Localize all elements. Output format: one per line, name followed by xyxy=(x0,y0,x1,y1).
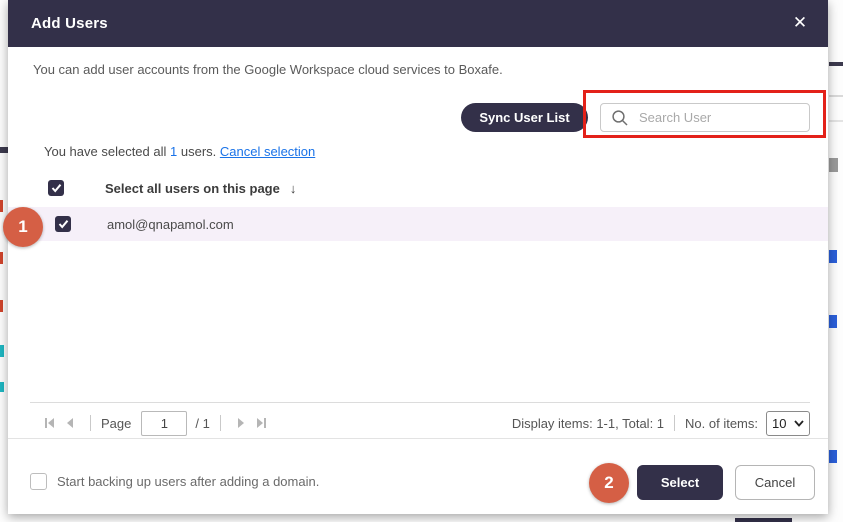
user-row-checkbox[interactable] xyxy=(55,216,71,232)
select-all-label: Select all users on this page xyxy=(105,181,280,196)
check-icon xyxy=(58,219,69,229)
background-fragment xyxy=(829,315,837,328)
background-fragment xyxy=(0,382,4,392)
background-fragment xyxy=(829,450,837,463)
dialog-header: Add Users ✕ xyxy=(8,0,828,47)
screen: Add Users ✕ You can add user accounts fr… xyxy=(0,0,843,522)
background-fragment xyxy=(0,147,8,153)
search-icon xyxy=(611,109,629,127)
divider xyxy=(30,402,810,403)
selection-suffix: users. xyxy=(177,144,220,159)
background-fragment xyxy=(829,120,843,122)
background-fragment xyxy=(0,252,3,264)
background-fragment xyxy=(735,518,792,522)
divider xyxy=(8,438,828,439)
dialog-description: You can add user accounts from the Googl… xyxy=(33,62,503,77)
user-list-header: Select all users on this page ↓ xyxy=(8,173,828,203)
start-backup-label: Start backing up users after adding a do… xyxy=(57,474,319,489)
items-per-page-label: No. of items: xyxy=(685,416,758,431)
page-total: / 1 xyxy=(195,416,209,431)
selection-summary: You have selected all 1 users. Cancel se… xyxy=(44,144,315,159)
items-per-page-select[interactable]: 10 xyxy=(766,411,810,436)
background-fragment xyxy=(829,95,843,97)
previous-page-icon[interactable] xyxy=(60,413,80,433)
first-page-icon[interactable] xyxy=(40,413,60,433)
display-items-text: Display items: 1-1, Total: 1 xyxy=(512,416,664,431)
search-input[interactable] xyxy=(639,110,809,125)
check-icon xyxy=(51,183,62,193)
select-all-checkbox[interactable] xyxy=(48,180,64,196)
footer-option: Start backing up users after adding a do… xyxy=(30,473,319,490)
divider xyxy=(90,415,91,431)
selection-prefix: You have selected all xyxy=(44,144,170,159)
annotation-step-2-badge: 2 xyxy=(589,463,629,503)
background-fragment xyxy=(0,300,3,312)
user-list-row[interactable]: amol@qnapamol.com xyxy=(8,207,828,241)
background-fragment xyxy=(829,250,837,263)
page-number-input[interactable] xyxy=(141,411,187,436)
page-label: Page xyxy=(101,416,131,431)
cancel-button[interactable]: Cancel xyxy=(735,465,815,500)
user-email: amol@qnapamol.com xyxy=(107,217,234,232)
background-fragment xyxy=(829,158,838,172)
pagination-bar: Page / 1 Display items: 1-1, Total: 1 No… xyxy=(8,408,828,438)
background-fragment xyxy=(829,62,843,66)
search-field[interactable] xyxy=(600,103,810,132)
chevron-down-icon xyxy=(794,420,804,427)
start-backup-checkbox[interactable] xyxy=(30,473,47,490)
items-per-page-value: 10 xyxy=(772,416,786,431)
dialog-title: Add Users xyxy=(31,0,108,47)
annotation-step-1-badge: 1 xyxy=(3,207,43,247)
divider xyxy=(220,415,221,431)
pagination-info: Display items: 1-1, Total: 1 No. of item… xyxy=(512,411,810,436)
close-icon[interactable]: ✕ xyxy=(782,0,818,47)
next-page-icon[interactable] xyxy=(231,413,251,433)
background-fragment xyxy=(0,345,4,357)
add-users-dialog: Add Users ✕ You can add user accounts fr… xyxy=(8,0,828,514)
select-button[interactable]: Select xyxy=(637,465,723,500)
sync-user-list-button[interactable]: Sync User List xyxy=(461,103,588,132)
divider xyxy=(674,415,675,431)
sort-descending-icon[interactable]: ↓ xyxy=(290,181,297,196)
cancel-selection-link[interactable]: Cancel selection xyxy=(220,144,315,159)
last-page-icon[interactable] xyxy=(251,413,271,433)
background-fragment xyxy=(0,200,3,212)
